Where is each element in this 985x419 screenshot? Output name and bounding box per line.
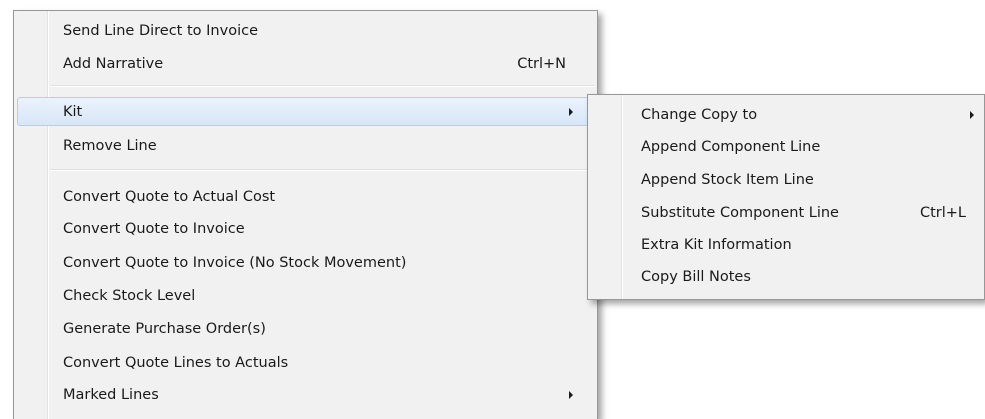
menu-item-label: Check Stock Level (63, 287, 196, 304)
menu-item-convert-quote-to-invoice[interactable]: Convert Quote to Invoice (17, 214, 594, 243)
menu-item-check-stock-level[interactable]: Check Stock Level (17, 281, 594, 310)
submenu-item-extra-kit-information[interactable]: Extra Kit Information (591, 230, 981, 259)
menu-item-label: Convert Quote Lines to Actuals (63, 354, 289, 371)
submenu-arrow-icon (970, 110, 974, 119)
submenu-arrow-icon (569, 390, 573, 399)
menu-item-label: Send Line Direct to Invoice (63, 22, 258, 39)
menu-item-convert-quote-to-invoice-no-stock-movement[interactable]: Convert Quote to Invoice (No Stock Movem… (17, 248, 594, 277)
menu-item-label: Append Stock Item Line (641, 171, 814, 188)
menu-item-label: Remove Line (63, 137, 157, 154)
menu-item-label: Kit (63, 103, 83, 120)
menu-item-remove-line[interactable]: Remove Line (17, 131, 594, 160)
submenu-item-append-component-line[interactable]: Append Component Line (591, 132, 981, 161)
menu-item-label: Convert Quote to Actual Cost (63, 188, 276, 205)
context-menu: Send Line Direct to Invoice Add Narrativ… (13, 10, 598, 419)
menu-item-generate-purchase-orders[interactable]: Generate Purchase Order(s) (17, 314, 594, 343)
menu-item-kit[interactable]: Kit (17, 97, 594, 126)
menu-item-label: Add Narrative (63, 55, 164, 72)
submenu-item-append-stock-item-line[interactable]: Append Stock Item Line (591, 165, 981, 194)
kit-submenu: Change Copy to Append Component Line App… (587, 94, 985, 300)
menu-item-label: Convert Quote to Invoice (63, 220, 245, 237)
shortcut-label: Ctrl+L (919, 204, 966, 221)
menu-item-label: Append Component Line (641, 138, 821, 155)
submenu-item-substitute-component-line[interactable]: Substitute Component Line Ctrl+L (591, 198, 981, 227)
submenu-item-copy-bill-notes[interactable]: Copy Bill Notes (591, 262, 981, 291)
menu-item-label: Generate Purchase Order(s) (63, 320, 266, 337)
submenu-item-change-copy-to[interactable]: Change Copy to (591, 100, 981, 129)
menu-item-add-narrative[interactable]: Add Narrative Ctrl+N (17, 49, 594, 78)
menu-separator (50, 169, 594, 171)
menu-item-marked-lines[interactable]: Marked Lines (17, 380, 594, 409)
menu-item-convert-quote-to-actual-cost[interactable]: Convert Quote to Actual Cost (17, 182, 594, 211)
menu-item-label: Substitute Component Line (641, 204, 839, 221)
menu-item-label: Copy Bill Notes (641, 268, 751, 285)
menu-item-send-line-direct-to-invoice[interactable]: Send Line Direct to Invoice (17, 16, 594, 45)
shortcut-label: Ctrl+N (517, 55, 566, 72)
menu-item-label: Change Copy to (641, 106, 758, 123)
menu-separator (50, 85, 594, 87)
menu-item-label: Marked Lines (63, 386, 159, 403)
submenu-arrow-icon (569, 107, 573, 116)
menu-item-convert-quote-lines-to-actuals[interactable]: Convert Quote Lines to Actuals (17, 348, 594, 377)
menu-item-label: Convert Quote to Invoice (No Stock Movem… (63, 254, 407, 271)
menu-item-label: Extra Kit Information (641, 236, 792, 253)
